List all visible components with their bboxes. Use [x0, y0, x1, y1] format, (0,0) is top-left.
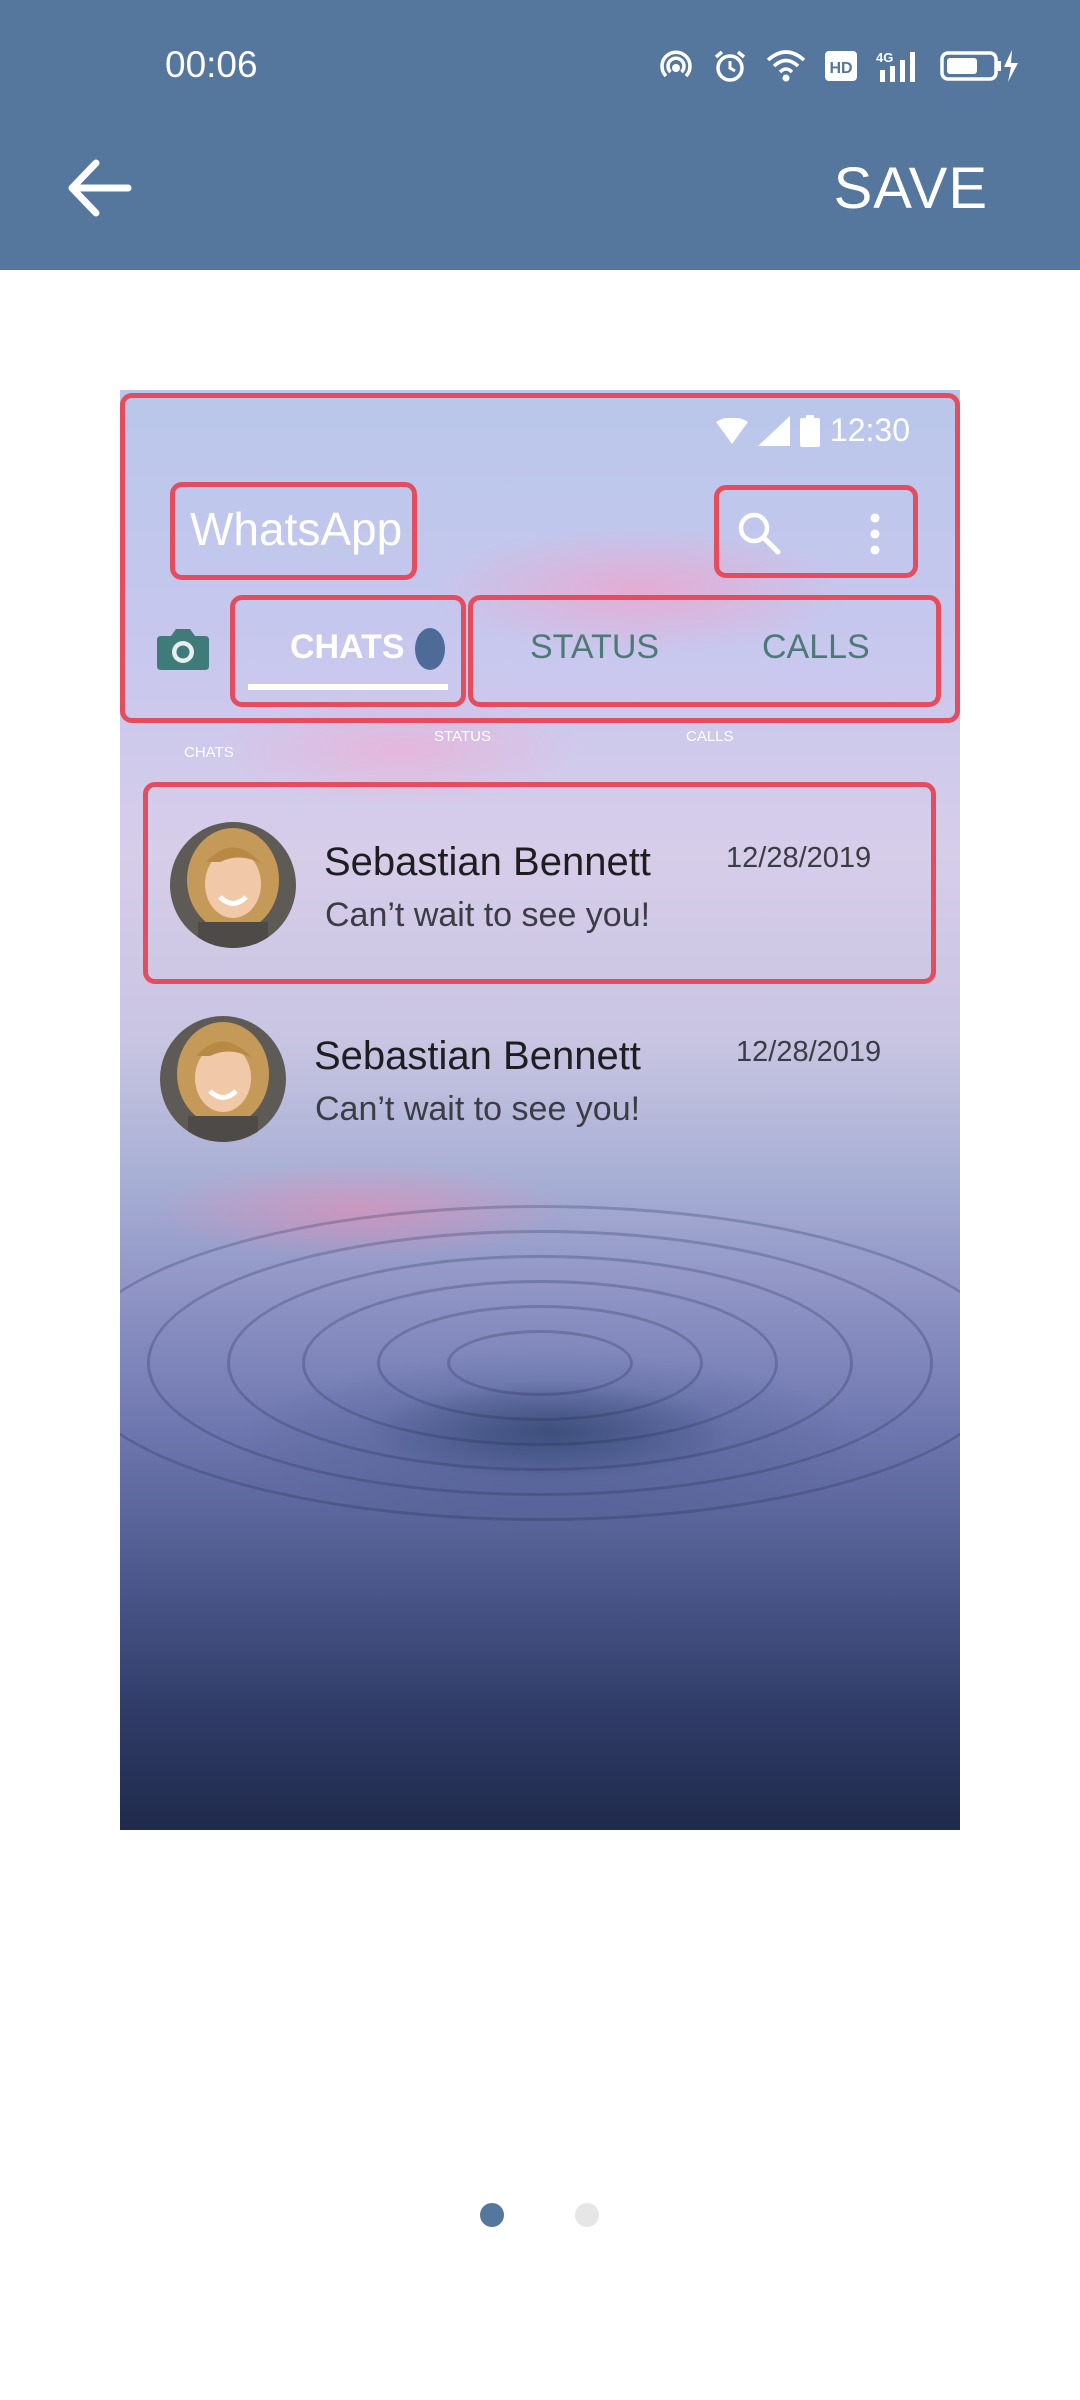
tab-caption-status: STATUS	[434, 728, 491, 745]
highlight-other-tabs[interactable]	[468, 595, 941, 707]
alarm-icon	[714, 50, 746, 82]
chat-date: 12/28/2019	[736, 1036, 882, 1068]
status-bar-time: 00:06	[165, 44, 258, 85]
top-app-bar: 00:06 HD 4G SAVE	[0, 0, 1080, 270]
pager-dot[interactable]	[575, 2203, 599, 2227]
tab-caption-chats: CHATS	[184, 744, 234, 761]
wallpaper-preview: 12:30 WhatsApp CHATS STATUS CALLS CHATS …	[120, 390, 960, 1830]
chat-last-message: Can’t wait to see you!	[315, 1090, 641, 1128]
ripple	[120, 1205, 960, 1521]
back-arrow-icon[interactable]	[60, 148, 140, 228]
svg-text:4G: 4G	[876, 50, 893, 65]
highlight-app-title[interactable]	[170, 482, 417, 580]
highlight-toolbar-icons[interactable]	[714, 485, 918, 578]
avatar	[160, 1016, 286, 1142]
hd-icon: HD	[825, 51, 857, 81]
wifi-icon	[766, 50, 806, 82]
signal-4g-icon: 4G	[876, 50, 915, 82]
status-bar-icons: HD 4G	[658, 48, 1020, 84]
highlight-selected-tab[interactable]	[230, 595, 466, 707]
battery-charging-icon	[940, 50, 1018, 82]
chat-list-item[interactable]: Sebastian Bennett Can’t wait to see you!…	[120, 1004, 960, 1154]
save-button[interactable]: SAVE	[834, 155, 988, 222]
svg-text:HD: HD	[829, 60, 852, 77]
pager-dot-active[interactable]	[480, 2203, 504, 2227]
avatar-photo	[160, 1016, 286, 1142]
chat-name: Sebastian Bennett	[314, 1034, 641, 1078]
tab-caption-calls: CALLS	[686, 728, 734, 745]
hotspot-icon	[660, 50, 692, 78]
highlight-chat-item[interactable]	[143, 782, 936, 984]
